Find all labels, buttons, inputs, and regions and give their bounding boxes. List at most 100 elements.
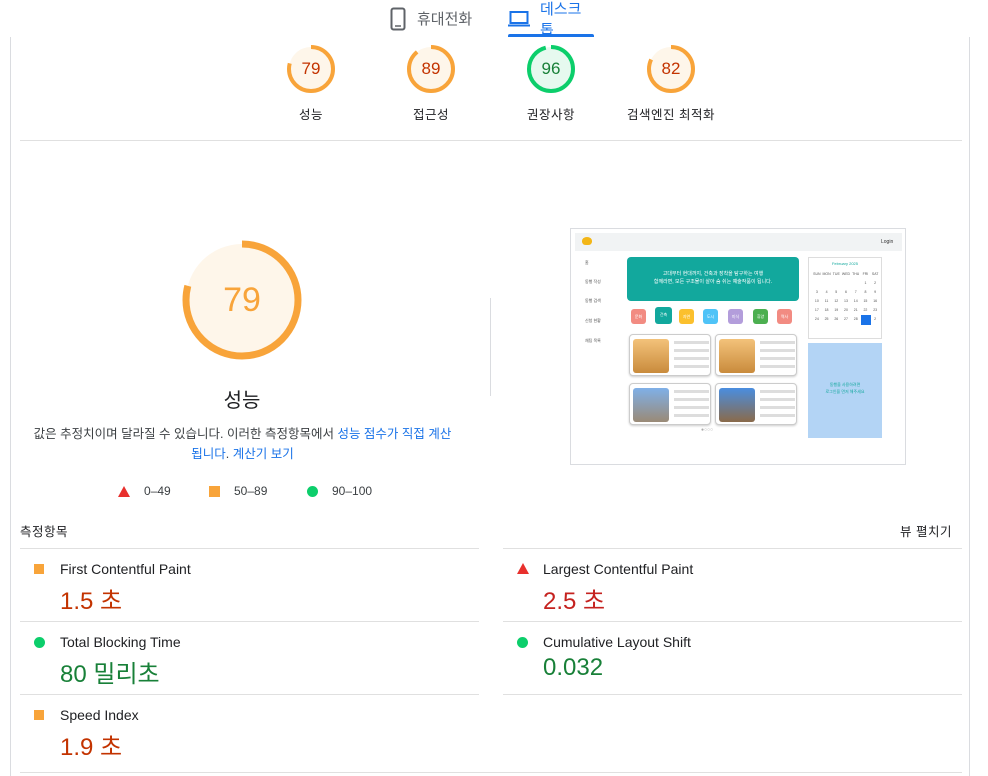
calendar-day: 18 — [824, 308, 829, 312]
calendar-day: SAT — [871, 272, 879, 276]
panel-border-left — [10, 37, 11, 776]
square-icon — [34, 710, 44, 720]
metric-tbt: Total Blocking Time 80 밀리초 — [20, 622, 440, 694]
calendar-day: 2 — [874, 317, 877, 321]
legend-fail: 0–49 — [118, 484, 171, 498]
performance-score: 79 — [223, 281, 261, 319]
screenshot-card — [629, 334, 711, 376]
tab-mobile-label: 휴대전화 — [417, 11, 473, 28]
calendar-day: 3 — [815, 290, 818, 294]
calendar-day — [851, 281, 861, 285]
notice-line-1: 동행을 사용하려면 — [829, 382, 861, 387]
description-text: 값은 추정치이며 달라질 수 있습니다. 이러한 측정항목에서 — [33, 427, 338, 441]
calendar-day: 13 — [844, 299, 848, 303]
calendar-day — [812, 281, 822, 285]
score-ring: 89 — [406, 44, 456, 94]
screenshot-card — [629, 383, 711, 425]
gauge-1[interactable]: 89 접근성 — [371, 44, 491, 123]
screenshot-header — [575, 233, 902, 251]
circle-icon — [517, 637, 528, 648]
final-screenshot[interactable]: Login 홈 동행 작성 동행 검색 신청 현황 채팅 목록 고대부터 현대까… — [570, 228, 906, 465]
calendar-day: THU — [852, 272, 860, 276]
calendar-day: 14 — [853, 299, 858, 303]
metric-name: Largest Contentful Paint — [543, 561, 694, 577]
tab-mobile[interactable]: 휴대전화 — [389, 0, 472, 37]
calendar-title: February 2025 — [831, 261, 858, 266]
metric-name: Total Blocking Time — [60, 634, 181, 650]
screenshot-chip: 자연 — [679, 309, 694, 324]
screenshot-card — [715, 334, 797, 376]
hero-line-2: 함께라면, 모든 구조물이 살아 숨 쉬는 예술작품이 됩니다. — [653, 279, 773, 285]
calendar-day — [831, 281, 841, 285]
calendar-day: WED — [841, 272, 851, 276]
performance-title: 성능 — [223, 390, 261, 412]
divider — [20, 140, 962, 141]
performance-description: 값은 추정치이며 달라질 수 있습니다. 이러한 측정항목에서 성능 점수가 직… — [30, 424, 455, 464]
metric-value: 1.9 초 — [60, 734, 123, 761]
metric-value: 2.5 초 — [543, 588, 606, 615]
legend-average: 50–89 — [209, 484, 267, 498]
gauge-score: 89 — [421, 59, 441, 78]
calendar-day: 21 — [853, 308, 858, 312]
divider — [503, 694, 962, 695]
calendar-day: 10 — [814, 299, 819, 303]
gauge-3[interactable]: 82 검색엔진 최적화 — [611, 44, 731, 123]
triangle-icon — [118, 485, 130, 497]
calendar-day: 15 — [863, 299, 868, 303]
screenshot-pager: ●○○○ — [701, 427, 714, 433]
gauge-score: 79 — [301, 59, 321, 78]
calendar-day: FRI — [862, 272, 869, 276]
divider — [20, 772, 962, 773]
metric-value: 80 밀리초 — [60, 661, 160, 688]
calculator-link[interactable]: 계산기 보기 — [233, 447, 294, 461]
screenshot-chip: 휴양 — [753, 309, 768, 324]
gauge-0[interactable]: 79 성능 — [251, 44, 371, 123]
tab-desktop[interactable]: 데스크톱 — [508, 0, 594, 39]
circle-icon — [307, 485, 318, 497]
gauge-label: 권장사항 — [526, 108, 575, 122]
description-separator: . — [225, 447, 233, 461]
square-icon — [209, 485, 220, 497]
hero-line-1: 고대부터 현대까지, 건축과 장착을 탐구하는 여행 — [662, 271, 764, 277]
calendar-day: 6 — [845, 290, 847, 294]
metric-name: First Contentful Paint — [60, 561, 191, 577]
metric-speed-index: Speed Index 1.9 초 — [20, 695, 440, 767]
notice-line-2: 로그인을 먼저 해주세요 — [825, 389, 865, 394]
laptop-icon — [508, 10, 530, 28]
score-ring: 96 — [526, 44, 576, 94]
screenshot-calendar: February 2025 SUN MON TUE WED THU FRI SAT 1 2 3 4 5… — [808, 257, 882, 339]
screenshot-hero: 고대부터 현대까지, 건축과 장착을 탐구하는 여행 함께라면, 모든 구조물이… — [627, 257, 799, 301]
metric-value: 1.5 초 — [60, 588, 123, 615]
calendar-day: 8 — [864, 290, 867, 294]
metric-value: 0.032 — [543, 654, 604, 681]
score-ring: 82 — [646, 44, 696, 94]
score-ring: 79 — [286, 44, 336, 94]
screenshot-chip: 역사 — [777, 309, 792, 324]
calendar-grid: SUN MON TUE WED THU FRI SAT 1 2 3 4 5 6 7 8 9 10 11 12 13 14… — [812, 272, 880, 321]
gauge-2[interactable]: 96 권장사항 — [491, 44, 611, 123]
panel-border-right — [969, 37, 970, 776]
calendar-day: 12 — [834, 299, 839, 303]
calendar-day: 27 — [844, 317, 848, 321]
calendar-day: 26 — [834, 317, 839, 321]
screenshot-login: Login — [881, 239, 894, 245]
calendar-day: 16 — [873, 299, 878, 303]
screenshot-login-notice: 동행을 사용하려면 로그인을 먼저 해주세요 — [808, 343, 882, 438]
gauge-label: 접근성 — [412, 108, 449, 122]
calendar-day: 9 — [874, 290, 877, 294]
calendar-day: 5 — [835, 290, 838, 294]
screenshot-chip: 문화 — [631, 309, 646, 324]
performance-gauge: 79 — [182, 240, 302, 360]
calendar-day: 4 — [825, 290, 828, 294]
triangle-icon — [517, 563, 529, 574]
metric-cls: Cumulative Layout Shift 0.032 — [503, 622, 923, 694]
screenshot-side-item: 채팅 목록 — [585, 338, 601, 343]
calendar-day: 11 — [824, 299, 829, 303]
calendar-day: 28 — [853, 317, 858, 321]
screenshot-card — [715, 383, 797, 425]
screenshot-side-item: 동행 검색 — [585, 298, 601, 303]
calendar-day: TUE — [832, 272, 840, 276]
metric-name: Speed Index — [60, 707, 139, 723]
expand-view-button[interactable]: 뷰 펼치기 — [900, 521, 952, 540]
tab-desktop-label: 데스크톱 — [540, 0, 582, 39]
